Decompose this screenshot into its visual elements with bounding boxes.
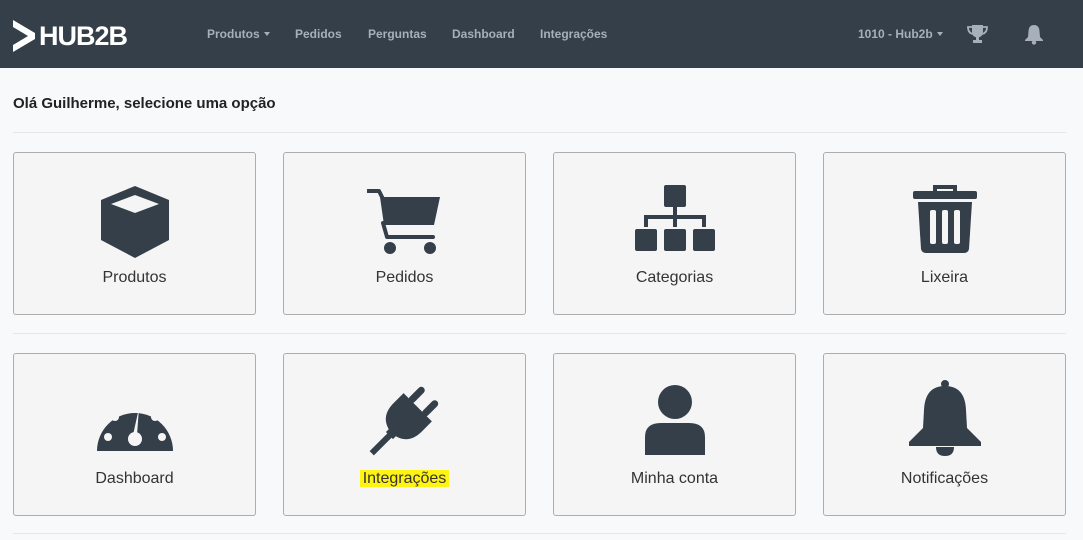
card-produtos[interactable]: Produtos	[13, 152, 256, 315]
card-pedidos[interactable]: Pedidos	[283, 152, 526, 315]
nav-produtos-label: Produtos	[207, 27, 260, 41]
card-minha-conta[interactable]: Minha conta	[553, 353, 796, 516]
card-dashboard[interactable]: Dashboard	[13, 353, 256, 516]
card-label: Produtos	[102, 269, 167, 286]
card-label: Categorias	[635, 269, 714, 286]
page-title: Olá Guilherme, selecione uma opção	[13, 95, 276, 112]
card-label: Dashboard	[95, 470, 174, 487]
cart-icon	[284, 189, 525, 255]
nav-dashboard[interactable]: Dashboard	[452, 27, 515, 41]
chevron-down-icon	[263, 31, 270, 36]
card-categorias[interactable]: Categorias	[553, 152, 796, 315]
nav-produtos[interactable]: Produtos	[207, 27, 270, 41]
logo-text: HUB2B	[39, 20, 128, 51]
user-icon	[554, 385, 795, 455]
divider	[13, 132, 1066, 133]
card-label: Integrações	[284, 470, 525, 488]
gauge-icon	[14, 391, 255, 453]
bell-icon[interactable]	[1024, 24, 1044, 50]
account-label: 1010 - Hub2b	[858, 27, 933, 41]
logo[interactable]: HUB2B	[13, 20, 128, 52]
nav-pedidos[interactable]: Pedidos	[295, 27, 342, 41]
divider	[13, 533, 1066, 534]
card-label: Pedidos	[375, 269, 434, 286]
highlighted-label: Integrações	[359, 470, 450, 487]
card-integracoes[interactable]: Integrações	[283, 353, 526, 516]
sitemap-icon	[554, 185, 795, 253]
bell-icon	[824, 380, 1065, 456]
card-label: Minha conta	[630, 470, 719, 487]
plug-icon	[284, 378, 525, 462]
card-label: Lixeira	[920, 269, 969, 286]
account-menu[interactable]: 1010 - Hub2b	[858, 27, 943, 41]
logo-chevron-icon	[13, 20, 35, 52]
cube-icon	[14, 184, 255, 260]
card-label: Notificações	[900, 470, 989, 487]
trophy-icon[interactable]	[967, 24, 988, 50]
card-lixeira[interactable]: Lixeira	[823, 152, 1066, 315]
divider	[13, 333, 1066, 334]
nav-perguntas[interactable]: Perguntas	[368, 27, 427, 41]
trash-icon	[824, 185, 1065, 253]
nav-integracoes[interactable]: Integrações	[540, 27, 607, 41]
top-navbar: HUB2B Produtos Pedidos Perguntas Dashboa…	[0, 0, 1083, 68]
chevron-down-icon	[936, 31, 943, 36]
card-notificacoes[interactable]: Notificações	[823, 353, 1066, 516]
